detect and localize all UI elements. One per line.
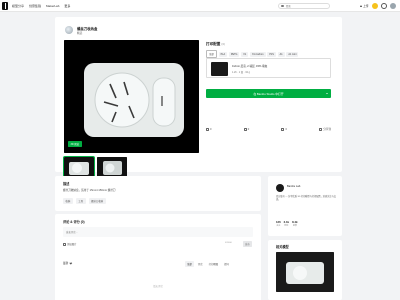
filter-chip-all[interactable]: 全部	[206, 50, 217, 58]
filter-chip-x1-carbon[interactable]: X1-Carbon	[249, 51, 266, 57]
3d-preview-button[interactable]: 3D 预览	[68, 140, 82, 147]
notification-bell-icon[interactable]	[381, 3, 387, 9]
top-navigation-bar: 模型分享 创意集锦 MakerLab 更多 上传	[0, 0, 400, 12]
model-actions: 0 0 0 分享到	[206, 127, 331, 131]
model-detail-card: 螺丝刀收纳盒 精选 3D 预览 打印配置(3) 全部 PLA PETG X1 X…	[55, 17, 342, 180]
tab-prints[interactable]: 打印晒图	[207, 261, 221, 267]
char-counter: 0/1000	[225, 242, 232, 244]
nav-item-collections[interactable]: 创意集锦	[29, 4, 41, 8]
organizer-tray-image	[64, 40, 199, 153]
profile-meta: 1.2h · 1 盘 · 32 g	[232, 71, 250, 74]
chevron-down-icon	[69, 261, 73, 264]
points-icon[interactable]	[372, 3, 378, 9]
collect-icon	[243, 127, 247, 131]
tab-comments[interactable]: 评论	[196, 261, 205, 267]
stat-label: 关注	[276, 225, 281, 227]
filter-chip-a1-mini[interactable]: A1 mini	[286, 51, 299, 57]
print-profile-item[interactable]: 0.2mm 层高, 2 墙层, 15% 填充 1.2h · 1 盘 · 32 g	[206, 58, 331, 78]
author-bio: 官方账号 — 分享优质 3D 打印模型与打印配置，欢迎关注与交流。	[276, 196, 336, 201]
tab-all[interactable]: 全部	[185, 261, 194, 267]
search-box[interactable]	[278, 3, 330, 9]
upload-label: 上传	[363, 4, 369, 8]
tag-item[interactable]: 螺丝刀收纳	[88, 198, 106, 205]
share-button[interactable]: 分享到	[319, 127, 331, 131]
related-model-thumbnail[interactable]	[276, 252, 334, 292]
author-avatar[interactable]	[276, 184, 284, 192]
filter-chip-pla[interactable]: PLA	[218, 51, 228, 57]
search-icon	[281, 4, 284, 8]
comment-button[interactable]: 0	[281, 127, 287, 131]
stat-label: 获赞	[292, 225, 297, 227]
share-label: 分享到	[323, 128, 331, 131]
filter-chip-a1[interactable]: A1	[277, 51, 285, 57]
nav-item-makerlab[interactable]: MakerLab	[46, 4, 59, 8]
author-card: Bambu Lab 官方账号 — 分享优质 3D 打印模型与打印配置，欢迎关注与…	[268, 176, 342, 236]
filter-chip-x1[interactable]: X1	[241, 51, 249, 57]
comment-icon	[281, 127, 285, 131]
image-icon	[63, 242, 66, 246]
profile-name: 0.2mm 层高, 2 墙层, 15% 填充	[232, 65, 268, 68]
nav-item-more[interactable]: 更多	[64, 4, 70, 8]
sort-dropdown[interactable]: 最新	[63, 261, 73, 265]
add-image-button[interactable]: 添加图片	[63, 242, 77, 246]
chevron-down-icon[interactable]	[326, 92, 328, 94]
site-logo[interactable]	[2, 2, 8, 10]
comments-section: 评论 & 评分 (0) 添加图片 0/1000 发布 最新 全部 评论 打印晒图…	[55, 214, 261, 300]
tag-item[interactable]: 收纳	[63, 198, 73, 205]
nav-item-models[interactable]: 模型分享	[12, 4, 24, 8]
stat-label: 粉丝	[284, 225, 289, 227]
print-profile-header: 打印配置(3)	[206, 42, 225, 47]
related-title: 相关模型	[276, 245, 289, 249]
stat-followers: 2.1k 粉丝	[284, 220, 289, 227]
author-name[interactable]: Bambu Lab	[287, 185, 300, 188]
like-button[interactable]: 0	[206, 127, 212, 131]
user-avatar[interactable]	[390, 3, 396, 9]
print-profile-title: 打印配置	[206, 42, 221, 46]
collect-button[interactable]: 0	[243, 127, 250, 131]
like-count: 0	[210, 127, 212, 131]
open-button-label: 在 Bambu Studio 中打开	[253, 91, 284, 96]
profile-thumbnail	[211, 62, 228, 76]
stat-likes: 8.4k 获赞	[292, 220, 297, 227]
comments-title: 评论 & 评分 (0)	[63, 220, 85, 224]
filter-chip-petg[interactable]: PETG	[228, 51, 240, 57]
tag-item[interactable]: 工具	[75, 198, 86, 205]
search-input[interactable]	[285, 4, 326, 8]
like-icon	[206, 127, 209, 131]
model-subtitle: 精选	[77, 32, 83, 35]
model-image-viewer[interactable]: 3D 预览	[64, 40, 199, 153]
filter-chip-p1s[interactable]: P1S	[267, 51, 276, 57]
open-in-bambu-studio-button[interactable]: 在 Bambu Studio 中打开	[206, 89, 331, 98]
profile-filter-chips: 全部 PLA PETG X1 X1-Carbon P1S A1 A1 mini	[206, 50, 299, 58]
main-nav: 模型分享 创意集锦 MakerLab 更多	[12, 4, 70, 8]
comment-input[interactable]	[63, 227, 253, 237]
post-comment-button[interactable]: 发布	[243, 240, 252, 247]
sort-label: 最新	[63, 262, 69, 265]
stat-following: 126 关注	[276, 220, 281, 227]
empty-state-text: 暂无评论	[153, 285, 163, 288]
author-stats: 126 关注 2.1k 粉丝 8.4k 获赞	[276, 220, 298, 227]
comment-count: 0	[285, 127, 287, 131]
comment-filter-tabs: 全部 评论 打印晒图 提问	[185, 261, 231, 267]
related-models-card: 相关模型	[268, 240, 342, 300]
comment-input-box[interactable]	[63, 227, 253, 237]
tag-list: 收纳 工具 螺丝刀收纳	[63, 198, 106, 205]
model-creator-avatar[interactable]	[65, 26, 73, 34]
description-section: 描述 螺丝刀收纳盒，适用于 15mm×150mm 螺丝刀 收纳 工具 螺丝刀收纳	[55, 176, 261, 211]
upload-button[interactable]: 上传	[360, 4, 369, 8]
collect-count: 0	[247, 127, 250, 131]
tab-questions[interactable]: 提问	[222, 261, 231, 267]
description-text: 螺丝刀收纳盒，适用于 15mm×150mm 螺丝刀	[63, 189, 116, 192]
share-icon	[319, 127, 323, 131]
print-profile-count: (3)	[221, 42, 225, 46]
add-image-label: 添加图片	[67, 243, 77, 246]
upload-icon	[360, 5, 362, 7]
description-title: 描述	[63, 182, 70, 186]
